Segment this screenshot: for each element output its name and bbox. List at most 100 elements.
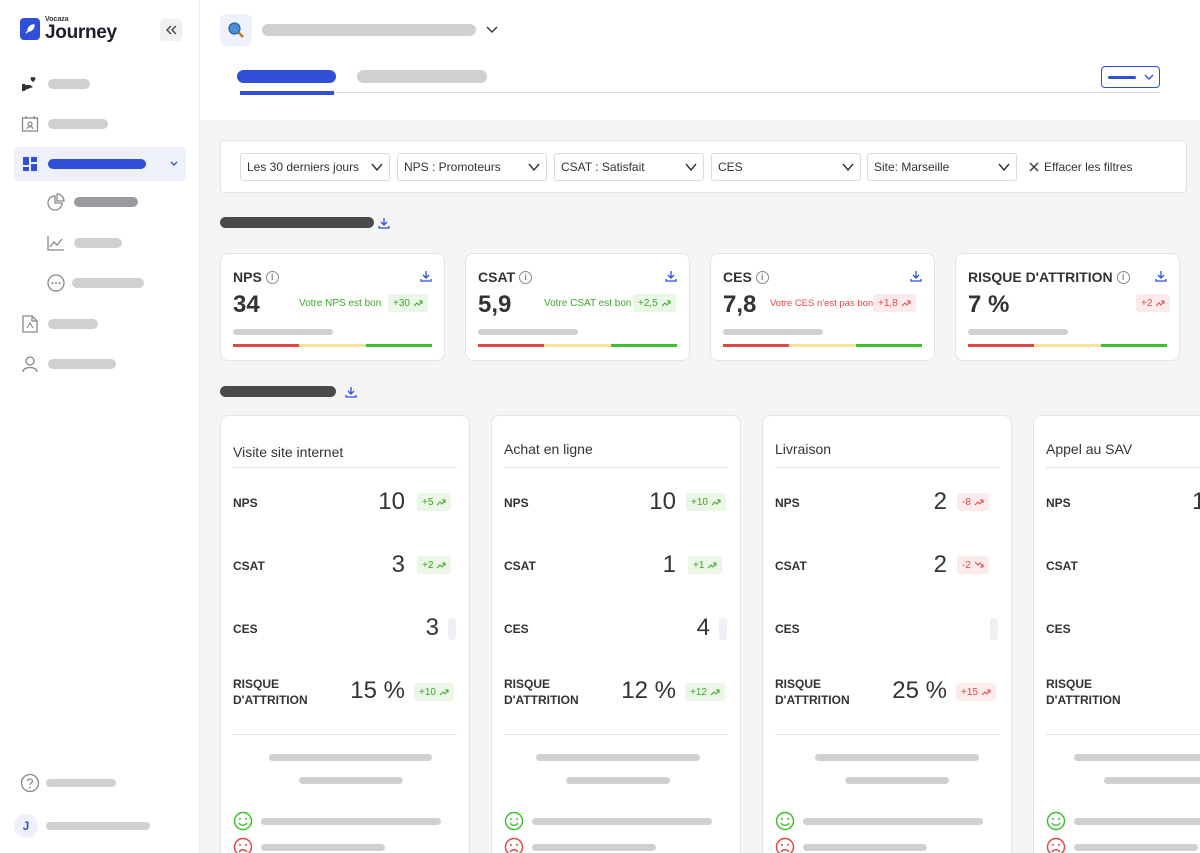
text-placeholder bbox=[1104, 777, 1200, 784]
close-icon bbox=[1029, 162, 1039, 172]
chevron-down-icon bbox=[371, 163, 383, 172]
sidebar-subitem-1[interactable] bbox=[40, 185, 186, 219]
collapse-sidebar-button[interactable] bbox=[160, 19, 182, 41]
text-placeholder bbox=[269, 754, 432, 761]
divider bbox=[504, 734, 728, 735]
help-item[interactable] bbox=[14, 766, 186, 800]
chevron-down-icon bbox=[170, 159, 178, 170]
touchpoint-title: Visite site internet bbox=[233, 444, 344, 460]
filter-site[interactable]: Site: Marseille bbox=[867, 153, 1017, 181]
kpi-gauge bbox=[968, 344, 1167, 347]
kpi-value: 7 % bbox=[968, 291, 1010, 318]
touchpoint-title: Livraison bbox=[775, 441, 832, 457]
journey-selector-placeholder[interactable] bbox=[262, 24, 476, 36]
smiley-happy-icon bbox=[1046, 811, 1066, 831]
metric-label: CES bbox=[233, 622, 258, 636]
tab-inactive-label-placeholder[interactable] bbox=[357, 70, 487, 83]
kpi-gauge bbox=[478, 344, 677, 347]
metric-label: CSAT bbox=[504, 559, 536, 573]
trend-up-icon bbox=[711, 499, 721, 506]
info-icon[interactable]: i bbox=[755, 270, 769, 284]
filter-period[interactable]: Les 30 derniers jours bbox=[240, 153, 390, 181]
user-icon bbox=[20, 354, 40, 374]
trend-value: +2 bbox=[422, 559, 434, 571]
user-profile-item[interactable]: J bbox=[14, 809, 186, 843]
tab-active-label-placeholder[interactable] bbox=[237, 70, 336, 83]
clear-filters-button[interactable]: Effacer les filtres bbox=[1029, 153, 1132, 181]
smiley-sad-icon bbox=[504, 837, 524, 853]
trend-badge: +15 bbox=[956, 683, 996, 701]
sidebar-subitem-label-placeholder bbox=[74, 238, 122, 248]
metric-label: CSAT bbox=[1046, 559, 1078, 573]
user-name-placeholder bbox=[46, 822, 150, 830]
smiley-sad-icon bbox=[1046, 837, 1066, 853]
chevron-down-icon[interactable] bbox=[486, 26, 498, 34]
text-placeholder bbox=[566, 777, 670, 784]
sidebar-item-1[interactable] bbox=[14, 67, 186, 101]
sidebar-item-2[interactable] bbox=[14, 107, 186, 141]
kpi-subtitle-placeholder bbox=[723, 329, 823, 335]
touchpoint-card[interactable]: Achat en ligne NPS 10 +10 CSAT 1 +1 CES … bbox=[491, 415, 741, 853]
download-icon[interactable] bbox=[345, 386, 357, 398]
info-icon[interactable]: i bbox=[1116, 270, 1130, 284]
search-button[interactable] bbox=[220, 14, 252, 46]
touchpoint-card[interactable]: Appel au SAV NPS 1 CSAT CES RISQUE D'ATT… bbox=[1033, 415, 1200, 853]
kpi-card-nps: NPS i 34 Votre NPS est bon +30 bbox=[220, 253, 445, 361]
text-placeholder bbox=[261, 844, 385, 851]
download-icon[interactable] bbox=[665, 270, 677, 282]
metric-value: 25 % bbox=[892, 677, 947, 704]
logo[interactable]: Vocaza Journey bbox=[20, 16, 117, 42]
sidebar-item-5[interactable] bbox=[14, 347, 186, 381]
trend-badge: +10 bbox=[686, 493, 726, 511]
filter-value: Site: Marseille bbox=[874, 160, 950, 174]
download-icon[interactable] bbox=[420, 270, 432, 282]
period-select[interactable] bbox=[1101, 66, 1160, 88]
trend-badge-empty bbox=[448, 618, 456, 640]
kpi-message: Votre CES n'est pas bon bbox=[770, 298, 874, 309]
logo-text: Journey bbox=[45, 22, 117, 43]
download-icon[interactable] bbox=[1155, 270, 1167, 282]
metric-label: RISQUE D'ATTRITION bbox=[1046, 677, 1121, 707]
rocket-icon bbox=[20, 18, 40, 40]
smiley-happy-icon bbox=[775, 811, 795, 831]
filter-nps[interactable]: NPS : Promoteurs bbox=[397, 153, 547, 181]
kpi-title-text: NPS bbox=[233, 269, 262, 285]
info-icon[interactable]: i bbox=[519, 270, 533, 284]
filter-value: CES bbox=[718, 160, 743, 174]
info-icon[interactable]: i bbox=[265, 270, 279, 284]
touchpoint-title: Appel au SAV bbox=[1046, 441, 1133, 457]
chat-bubble-icon bbox=[46, 273, 66, 293]
chevron-down-icon bbox=[1144, 74, 1154, 80]
trend-badge: +1 bbox=[688, 556, 723, 574]
divider bbox=[504, 467, 728, 468]
divider bbox=[1046, 734, 1200, 735]
metric-value: 2 bbox=[933, 488, 947, 515]
filter-ces[interactable]: CES bbox=[711, 153, 861, 181]
download-icon[interactable] bbox=[378, 217, 390, 229]
filter-csat[interactable]: CSAT : Satisfait bbox=[554, 153, 704, 181]
sidebar-item-dashboard[interactable] bbox=[14, 147, 186, 181]
app-root: Vocaza Journey J Les 30 derniers jours N… bbox=[0, 0, 1200, 853]
sidebar-subitem-label-placeholder bbox=[72, 278, 144, 288]
kpi-gauge bbox=[233, 344, 432, 347]
metric-value: 10 bbox=[378, 488, 405, 515]
divider bbox=[775, 467, 999, 468]
sidebar-item-label-placeholder bbox=[48, 159, 146, 169]
trend-badge: +5 bbox=[417, 493, 452, 511]
pdf-file-icon bbox=[20, 314, 40, 334]
touchpoint-card[interactable]: Livraison NPS 2 -8 CSAT 2 -2 CES RISQUE … bbox=[762, 415, 1012, 853]
trend-badge: +2 bbox=[1136, 294, 1171, 312]
download-icon[interactable] bbox=[910, 270, 922, 282]
sidebar-subitem-3[interactable] bbox=[40, 266, 186, 300]
sidebar-subitem-2[interactable] bbox=[40, 226, 186, 260]
kpi-title-text: CES bbox=[723, 269, 752, 285]
metric-value: 3 bbox=[391, 551, 405, 578]
touchpoint-card[interactable]: Visite site internet NPS 10 +5 CSAT 3 +2… bbox=[220, 415, 470, 853]
line-chart-icon bbox=[46, 233, 66, 253]
trend-up-icon bbox=[439, 689, 449, 696]
sidebar-item-4[interactable] bbox=[14, 307, 186, 341]
hand-heart-icon bbox=[20, 74, 40, 94]
avatar-initial: J bbox=[22, 819, 30, 833]
kpi-subtitle-placeholder bbox=[968, 329, 1068, 335]
trend-up-icon bbox=[413, 300, 423, 307]
